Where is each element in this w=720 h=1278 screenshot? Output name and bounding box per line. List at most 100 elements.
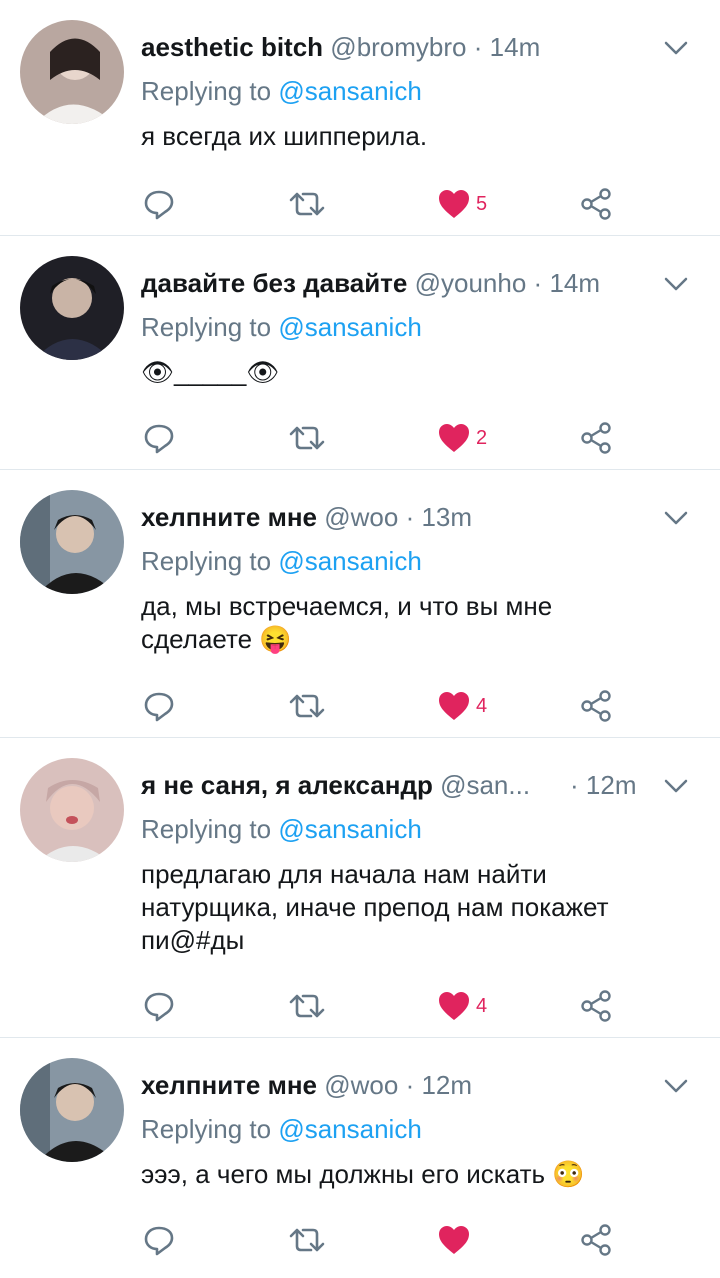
avatar[interactable]	[20, 20, 124, 124]
author-handle[interactable]: @younho	[415, 268, 527, 298]
mention-link[interactable]: @sansanich	[278, 312, 421, 342]
author-name[interactable]: хелпните мне	[141, 502, 317, 532]
chevron-down-icon[interactable]	[662, 504, 690, 532]
tweet[interactable]: я не саня, я александр @san... · 12m Rep…	[0, 738, 720, 1038]
like-count: 4	[476, 694, 488, 717]
like-button[interactable]: 5	[436, 184, 487, 224]
tweet-header: давайте без давайте @younho · 14m	[141, 266, 630, 300]
retweet-icon	[289, 192, 325, 216]
tweet-text-line: я всегда их шипперила.	[141, 121, 428, 151]
like-button[interactable]: 4	[436, 686, 487, 726]
replying-label: Replying to	[141, 76, 272, 106]
tweet-text-line: сделаете 😝	[141, 624, 292, 654]
replying-to: Replying to @sansanich	[141, 74, 422, 108]
reply-button[interactable]	[141, 1220, 177, 1260]
like-button[interactable]: 4	[436, 986, 487, 1026]
replying-to: Replying to @sansanich	[141, 544, 422, 578]
timestamp[interactable]: 14m	[549, 268, 600, 298]
avatar[interactable]	[20, 490, 124, 594]
reply-button[interactable]	[141, 418, 177, 458]
replying-to: Replying to @sansanich	[141, 310, 422, 344]
like-count: 2	[476, 426, 488, 449]
replying-label: Replying to	[141, 312, 272, 342]
reply-button[interactable]	[141, 986, 177, 1026]
mention-link[interactable]: @sansanich	[278, 546, 421, 576]
tweet[interactable]: хелпните мне @woo · 13m Replying to @san…	[0, 470, 720, 738]
retweet-button[interactable]	[287, 686, 327, 726]
chevron-down-icon[interactable]	[662, 270, 690, 298]
share-icon	[581, 990, 611, 1022]
retweet-button[interactable]	[287, 986, 327, 1026]
retweet-button[interactable]	[287, 418, 327, 458]
tweet[interactable]: aesthetic bitch @bromybro · 14m Replying…	[0, 0, 720, 236]
author-name[interactable]: aesthetic bitch	[141, 32, 323, 62]
like-button[interactable]: 2	[436, 418, 487, 458]
tweet-text-line: да, мы встречаемся, и что вы мне	[141, 591, 553, 621]
retweet-icon	[289, 694, 325, 718]
replying-label: Replying to	[141, 546, 272, 576]
heart-icon	[439, 1226, 469, 1254]
mention-link[interactable]: @sansanich	[278, 1114, 421, 1144]
avatar[interactable]	[20, 758, 124, 862]
author-handle[interactable]: @woo	[324, 502, 398, 532]
tweet-text-line: 👁_____👁	[141, 357, 280, 387]
avatar[interactable]	[20, 1058, 124, 1162]
tweet-text-line: пи@#ды	[141, 925, 245, 955]
tweet-header: хелпните мне @woo · 13m	[141, 500, 630, 534]
author-handle[interactable]: @bromybro	[330, 32, 466, 62]
tweet-header: хелпните мне @woo · 12m	[141, 1068, 630, 1102]
reply-button[interactable]	[141, 184, 177, 224]
chevron-down-icon[interactable]	[662, 34, 690, 62]
separator: ·	[570, 770, 579, 800]
share-icon	[581, 188, 611, 220]
author-handle[interactable]: @woo	[324, 1070, 398, 1100]
heart-icon	[439, 692, 469, 720]
author-handle[interactable]: @san...	[440, 770, 530, 800]
avatar[interactable]	[20, 256, 124, 360]
tweet[interactable]: хелпните мне @woo · 12m Replying to @san…	[0, 1038, 720, 1278]
tweet-text-line: натурщика, иначе препод нам покажет	[141, 892, 609, 922]
separator: ·	[533, 268, 543, 298]
replying-to: Replying to @sansanich	[141, 1112, 422, 1146]
separator: ·	[405, 502, 415, 532]
retweet-icon	[289, 994, 325, 1018]
retweet-button[interactable]	[287, 1220, 327, 1260]
timestamp[interactable]: 12m	[586, 770, 637, 800]
mention-link[interactable]: @sansanich	[278, 76, 421, 106]
share-button[interactable]	[579, 686, 615, 726]
replying-label: Replying to	[141, 814, 272, 844]
tweet[interactable]: давайте без давайте @younho · 14m Replyi…	[0, 236, 720, 470]
mention-link[interactable]: @sansanich	[278, 814, 421, 844]
replying-label: Replying to	[141, 1114, 272, 1144]
timestamp[interactable]: 13m	[421, 502, 472, 532]
author-name[interactable]: хелпните мне	[141, 1070, 317, 1100]
tweet-text: предлагаю для начала нам найти натурщика…	[141, 858, 681, 957]
chevron-down-icon[interactable]	[662, 1072, 690, 1100]
chevron-down-icon[interactable]	[662, 772, 690, 800]
timestamp[interactable]: 14m	[490, 32, 541, 62]
share-button[interactable]	[579, 184, 615, 224]
share-button[interactable]	[579, 1220, 615, 1260]
tweet-text-line: эээ, а чего мы должны его искать 😳	[141, 1159, 585, 1189]
author-name[interactable]: я не саня, я александр	[141, 770, 433, 800]
share-icon	[581, 690, 611, 722]
tweet-text: эээ, а чего мы должны его искать 😳	[141, 1158, 681, 1191]
retweet-button[interactable]	[287, 184, 327, 224]
reply-icon	[144, 1226, 174, 1256]
share-button[interactable]	[579, 986, 615, 1026]
separator: ·	[405, 1070, 415, 1100]
tweet-actions: 5	[141, 184, 641, 224]
tweet-actions: 4	[141, 986, 641, 1026]
heart-icon	[439, 992, 469, 1020]
like-button[interactable]	[436, 1220, 476, 1260]
author-name[interactable]: давайте без давайте	[141, 268, 407, 298]
tweet-header: я не саня, я александр @san...	[141, 768, 570, 802]
timestamp[interactable]: 12m	[421, 1070, 472, 1100]
heart-icon	[439, 424, 469, 452]
timestamp-group: · 12m	[570, 768, 636, 802]
reply-icon	[144, 992, 174, 1022]
share-button[interactable]	[579, 418, 615, 458]
retweet-icon	[289, 426, 325, 450]
like-count: 5	[476, 192, 488, 215]
reply-button[interactable]	[141, 686, 177, 726]
